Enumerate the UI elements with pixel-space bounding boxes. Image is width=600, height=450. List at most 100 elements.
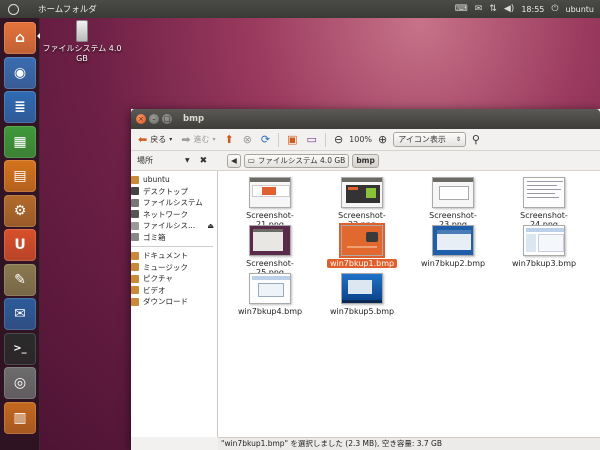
zoom-level: 100% xyxy=(349,135,373,144)
clock[interactable]: 18:55 xyxy=(521,5,544,14)
workspaces-icon: ▥ xyxy=(13,409,27,426)
file-item[interactable]: win7bkup5.bmp xyxy=(322,273,402,316)
launcher-firefox[interactable]: ◉ xyxy=(4,56,36,89)
file-item[interactable]: Screenshot-24.png xyxy=(504,177,584,229)
top-panel: ホームフォルダ ⌨ ✉ ⇅ ◀) 18:55 ⏻ ubuntu xyxy=(0,0,600,18)
computer-button[interactable]: ▭ xyxy=(304,131,320,149)
launcher-writer[interactable]: ≣ xyxy=(4,91,36,123)
sidebar-item-label: ubuntu xyxy=(143,175,170,185)
stop-button[interactable]: ⊗ xyxy=(240,131,255,149)
breadcrumb-bmp[interactable]: bmp xyxy=(352,153,379,168)
sidebar-header[interactable]: 場所 ▼ ✖ xyxy=(131,155,221,166)
thumbnail-detail xyxy=(527,181,563,182)
calc-icon: ▦ xyxy=(13,133,27,150)
folder-icon xyxy=(131,210,139,219)
search-button[interactable]: ⚲ xyxy=(469,131,483,149)
home-folder-icon: ⌂ xyxy=(14,30,26,46)
chevron-down-icon[interactable]: ▾ xyxy=(212,136,215,143)
active-app-indicator xyxy=(37,33,40,39)
file-item[interactable]: Screenshot-22.png xyxy=(322,177,402,229)
thumbnail-detail xyxy=(439,186,469,200)
ubuntu-logo-icon[interactable] xyxy=(4,0,22,18)
launcher-camera[interactable]: ◎ xyxy=(4,367,36,399)
sidebar-item[interactable]: ピクチャ xyxy=(131,273,217,285)
folder-icon xyxy=(131,198,139,207)
sidebar-item-label: ピクチャ xyxy=(143,274,173,284)
back-label: 戻る xyxy=(150,135,167,144)
zoom-out-button[interactable]: ⊖ xyxy=(331,131,346,149)
sidebar-item-label: デスクトップ xyxy=(143,186,188,196)
folder-icon xyxy=(131,233,139,242)
reload-icon: ⟳ xyxy=(260,133,271,146)
sidebar-item[interactable]: デスクトップ xyxy=(131,186,217,198)
launcher-gimp[interactable]: ✎ xyxy=(4,263,36,296)
sidebar-item[interactable]: ゴミ箱 xyxy=(131,232,217,244)
maximize-button[interactable]: □ xyxy=(162,114,172,124)
computer-icon: ▭ xyxy=(306,133,317,146)
breadcrumb-back-button[interactable]: ◀ xyxy=(227,153,241,168)
file-item[interactable]: Screenshot-25.png xyxy=(230,225,310,277)
file-thumbnail xyxy=(341,177,383,208)
chevron-down-icon[interactable]: ▾ xyxy=(169,136,172,143)
thumbnail-detail xyxy=(526,234,536,252)
keyboard-icon[interactable]: ⌨ xyxy=(455,4,468,14)
desktop-drive-icon[interactable]: ファイルシステム 4.0 GB xyxy=(42,20,122,64)
mail-icon[interactable]: ✉ xyxy=(475,4,483,14)
zoom-in-button[interactable]: ⊕ xyxy=(375,131,390,149)
file-item[interactable]: Screenshot-23.png xyxy=(413,177,493,229)
file-item[interactable]: Screenshot-21.png xyxy=(230,177,310,229)
breadcrumb: ◀ ▭ ファイルシステム 4.0 GB bmp xyxy=(227,153,379,168)
launcher-home-folder[interactable]: ⌂ xyxy=(4,22,36,54)
back-button[interactable]: ⬅ 戻る ▾ xyxy=(135,131,175,149)
thumbnail-detail xyxy=(433,178,473,182)
minimize-button[interactable]: – xyxy=(149,114,159,124)
forward-button[interactable]: ➡ 進む ▾ xyxy=(178,131,218,149)
window-title: bmp xyxy=(183,114,205,124)
folder-icon xyxy=(131,251,139,260)
sidebar-item[interactable]: ファイルシステム xyxy=(131,197,217,209)
sidebar-item[interactable]: ダウンロード xyxy=(131,296,217,308)
reload-button[interactable]: ⟳ xyxy=(258,131,273,149)
thumbnail-detail xyxy=(348,187,358,190)
up-button[interactable]: ⬆ xyxy=(221,131,236,149)
places-sidebar: ubuntu デスクトップ ファイルシステム ネットワーク ファイルシス... ⏏ ゴミ箱ド… xyxy=(131,171,218,437)
network-icon[interactable]: ⇅ xyxy=(489,4,497,14)
sidebar-item[interactable]: ビデオ xyxy=(131,285,217,297)
stop-icon: ⊗ xyxy=(242,133,252,146)
user-name[interactable]: ubuntu xyxy=(566,5,595,14)
close-sidebar-icon[interactable]: ✖ xyxy=(200,156,208,166)
home-folder-icon: ▣ xyxy=(287,133,298,146)
eject-icon[interactable]: ⏏ xyxy=(207,222,214,230)
file-icon-view[interactable]: Screenshot-21.pngScreenshot-22.pngScreen… xyxy=(218,171,600,437)
file-item[interactable]: win7bkup1.bmp xyxy=(322,223,402,268)
file-item[interactable]: win7bkup3.bmp xyxy=(504,225,584,268)
thumbnail-detail xyxy=(527,189,561,190)
volume-icon[interactable]: ◀) xyxy=(504,4,514,14)
sidebar-item[interactable]: ファイルシス... ⏏ xyxy=(131,220,217,232)
file-item[interactable]: win7bkup2.bmp xyxy=(413,225,493,268)
sidebar-item[interactable]: ubuntu xyxy=(131,174,217,186)
file-name: win7bkup2.bmp xyxy=(420,259,486,268)
view-mode-select[interactable]: アイコン表示 ⇕ xyxy=(393,132,466,147)
launcher-thunderbird[interactable]: ✉ xyxy=(4,298,36,330)
breadcrumb-filesystem[interactable]: ▭ ファイルシステム 4.0 GB xyxy=(243,153,350,168)
sidebar-item-label: ネットワーク xyxy=(143,209,188,219)
launcher-impress[interactable]: ▤ xyxy=(4,160,36,192)
thumbnail-detail xyxy=(250,178,290,182)
thumbnail-detail xyxy=(437,230,471,234)
launcher-ubuntu-one[interactable]: U xyxy=(4,229,36,261)
launcher-software-center[interactable]: ⚙ xyxy=(4,194,36,227)
file-name: win7bkup3.bmp xyxy=(511,259,577,268)
sidebar-item[interactable]: ミュージック xyxy=(131,262,217,274)
sidebar-item[interactable]: ドキュメント xyxy=(131,250,217,262)
file-item[interactable]: win7bkup4.bmp xyxy=(230,273,310,316)
chevron-down-icon[interactable]: ▼ xyxy=(185,157,190,164)
sidebar-item[interactable]: ネットワーク xyxy=(131,209,217,221)
window-titlebar[interactable]: × – □ bmp xyxy=(131,109,600,129)
power-icon[interactable]: ⏻ xyxy=(551,4,558,14)
launcher-calc[interactable]: ▦ xyxy=(4,125,36,158)
launcher-workspaces[interactable]: ▥ xyxy=(4,401,36,434)
home-button[interactable]: ▣ xyxy=(284,131,300,149)
launcher-terminal[interactable]: >_ xyxy=(4,332,36,365)
close-button[interactable]: × xyxy=(136,114,146,124)
